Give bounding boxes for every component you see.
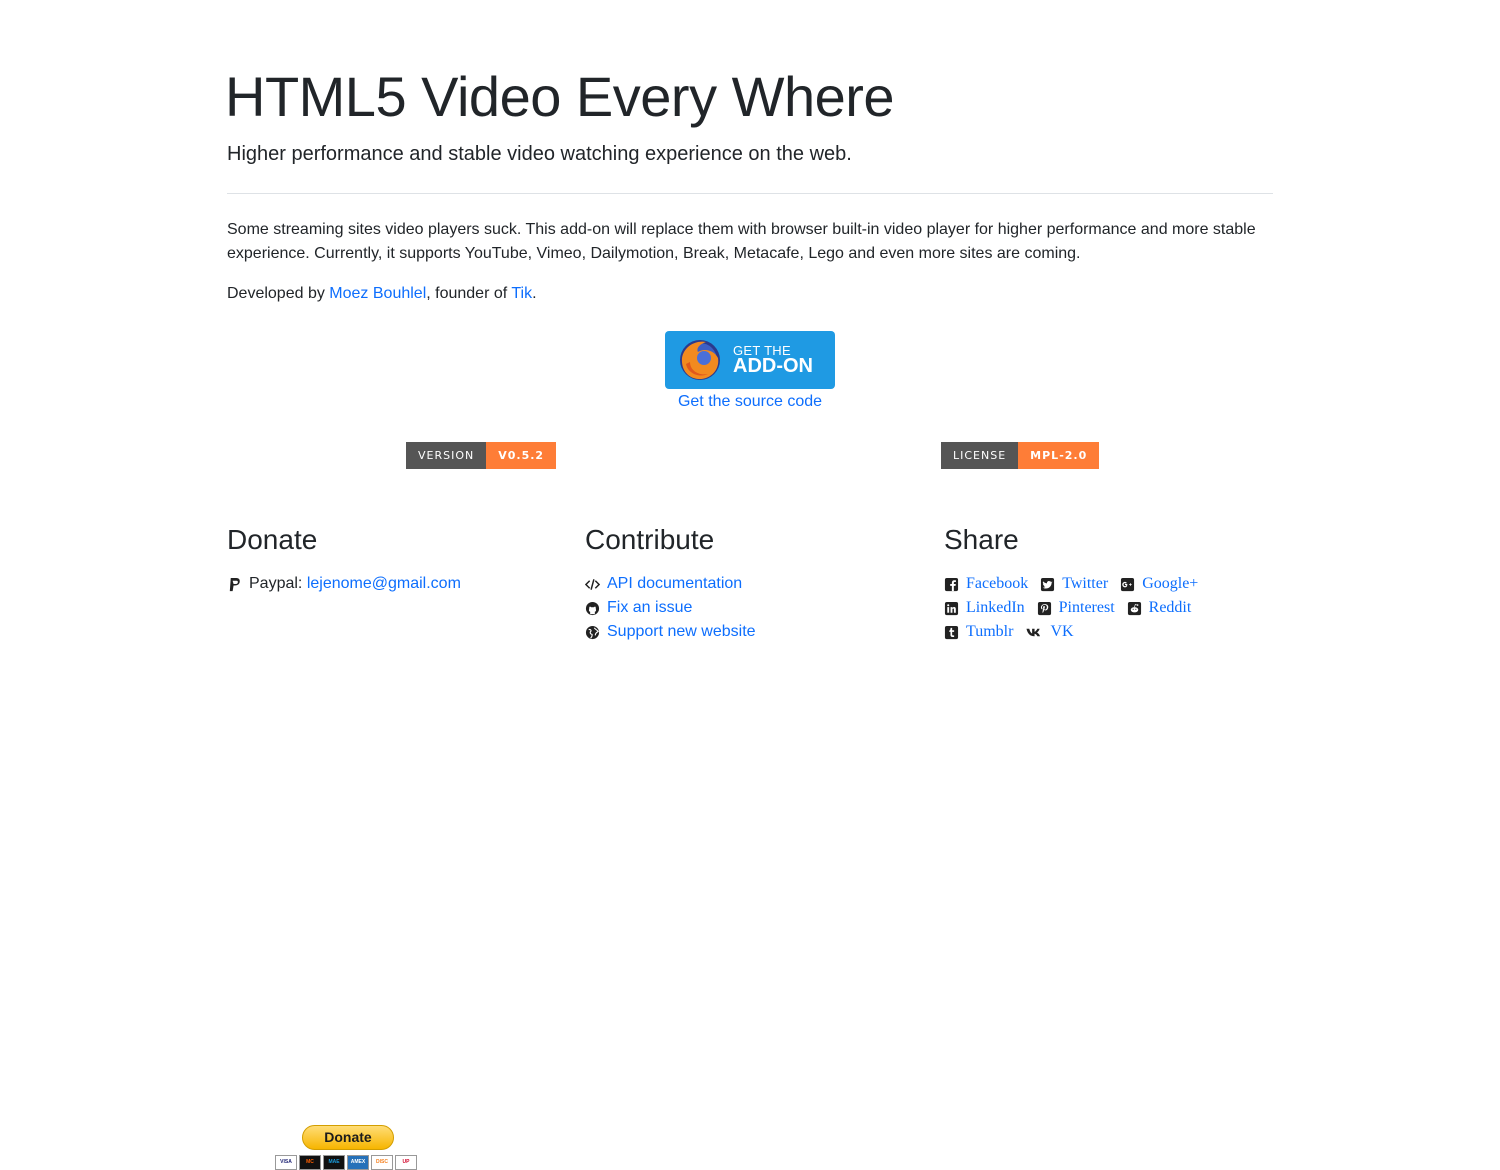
contribute-item-api-docs: API documentation	[585, 572, 756, 596]
tumblr-icon	[944, 625, 959, 639]
share-item-facebook: Facebook	[944, 575, 1028, 593]
contribute-list: API documentation Fix an issue Support n…	[585, 572, 756, 644]
share-linkedin-link[interactable]: LinkedIn	[966, 599, 1025, 617]
version-badge-label: VERSION	[406, 442, 487, 469]
paypal-donate-button[interactable]: Donate	[302, 1125, 394, 1150]
discover-icon: DISC	[371, 1155, 393, 1170]
fix-issue-link[interactable]: Fix an issue	[607, 596, 692, 620]
firefox-icon	[680, 340, 720, 380]
share-row: Tumblr VK	[944, 620, 1210, 644]
share-vk-link[interactable]: VK	[1050, 623, 1073, 641]
share-reddit-link[interactable]: Reddit	[1149, 599, 1192, 617]
share-heading: Share	[944, 524, 1019, 555]
share-facebook-link[interactable]: Facebook	[966, 575, 1028, 593]
share-twitter-link[interactable]: Twitter	[1062, 575, 1108, 593]
share-item-linkedin: LinkedIn	[944, 599, 1025, 617]
contribute-section: Contribute API documentation Fix an issu…	[585, 520, 915, 640]
page-subtitle: Higher performance and stable video watc…	[227, 143, 852, 165]
share-row: Facebook Twitter Google+	[944, 572, 1210, 596]
share-item-vk: VK	[1025, 623, 1074, 641]
credit-prefix: Developed by	[227, 285, 330, 302]
contribute-heading: Contribute	[585, 524, 715, 555]
share-item-pinterest: Pinterest	[1037, 599, 1115, 617]
reddit-icon	[1127, 601, 1141, 615]
share-item-twitter: Twitter	[1040, 575, 1108, 593]
share-tumblr-link[interactable]: Tumblr	[966, 623, 1013, 641]
twitter-icon	[1041, 577, 1055, 591]
share-list: Facebook Twitter Google+ LinkedIn Pinter…	[944, 572, 1210, 644]
share-section: Share Facebook Twitter Google+ LinkedIn …	[944, 520, 1274, 640]
maestro-icon: MAE	[323, 1155, 345, 1170]
donate-section: Donate Paypal: lejenome@gmail.com Donate…	[227, 520, 557, 1170]
intro-text: Some streaming sites video players suck.…	[227, 221, 1256, 262]
source-code-link[interactable]: Get the source code	[678, 393, 822, 410]
header-divider	[227, 193, 1273, 194]
contribute-item-fix-issue: Fix an issue	[585, 596, 756, 620]
github-icon	[585, 601, 600, 615]
share-google-plus-link[interactable]: Google+	[1142, 575, 1198, 593]
google-plus-icon	[1121, 577, 1135, 591]
share-row: LinkedIn Pinterest Reddit	[944, 596, 1210, 620]
author-link[interactable]: Moez Bouhlel	[329, 285, 426, 302]
share-item-tumblr: Tumblr	[944, 623, 1013, 641]
paypal-email-link[interactable]: lejenome@gmail.com	[307, 572, 461, 596]
share-item-google-plus: Google+	[1120, 575, 1198, 593]
paypal-icon	[229, 577, 240, 591]
api-documentation-link[interactable]: API documentation	[607, 572, 742, 596]
donate-heading: Donate	[227, 524, 318, 555]
page-title: HTML5 Video Every Where	[225, 65, 895, 128]
paypal-label: Paypal:	[249, 575, 307, 592]
license-badge-value: MPL-2.0	[1018, 442, 1100, 469]
org-link[interactable]: Tik	[511, 285, 532, 302]
donate-list: Paypal: lejenome@gmail.com	[227, 572, 461, 596]
linkedin-icon	[944, 601, 959, 615]
vk-icon	[1026, 628, 1041, 636]
developer-credit: Developed by Moez Bouhlel, founder of Ti…	[227, 282, 537, 306]
contribute-item-support-website: Support new website	[585, 620, 756, 644]
version-badge-value: V0.5.2	[486, 442, 557, 469]
globe-icon	[585, 625, 600, 639]
code-icon	[585, 578, 600, 590]
share-pinterest-link[interactable]: Pinterest	[1059, 599, 1115, 617]
addon-button-big-text: ADD-ON	[733, 355, 813, 377]
pinterest-icon	[1037, 601, 1051, 615]
credit-middle: , founder of	[426, 285, 512, 302]
license-badge-label: LICENSE	[941, 442, 1019, 469]
paypal-row: Paypal: lejenome@gmail.com	[227, 572, 461, 596]
mastercard-icon: MC	[299, 1155, 321, 1170]
support-new-website-link[interactable]: Support new website	[607, 620, 756, 644]
facebook-icon	[944, 577, 959, 591]
version-badge: VERSION V0.5.2	[406, 442, 557, 469]
credit-suffix: .	[532, 285, 537, 302]
source-link-row: Get the source code	[227, 391, 1273, 413]
license-badge[interactable]: LICENSE MPL-2.0	[941, 442, 1100, 469]
visa-card-icon: VISA	[275, 1155, 297, 1170]
payment-cards: VISA MC MAE AMEX DISC UP	[275, 1155, 417, 1170]
share-item-reddit: Reddit	[1127, 599, 1192, 617]
unionpay-icon: UP	[395, 1155, 417, 1170]
get-addon-button[interactable]: GET THE ADD-ON	[665, 331, 835, 389]
amex-icon: AMEX	[347, 1155, 369, 1170]
